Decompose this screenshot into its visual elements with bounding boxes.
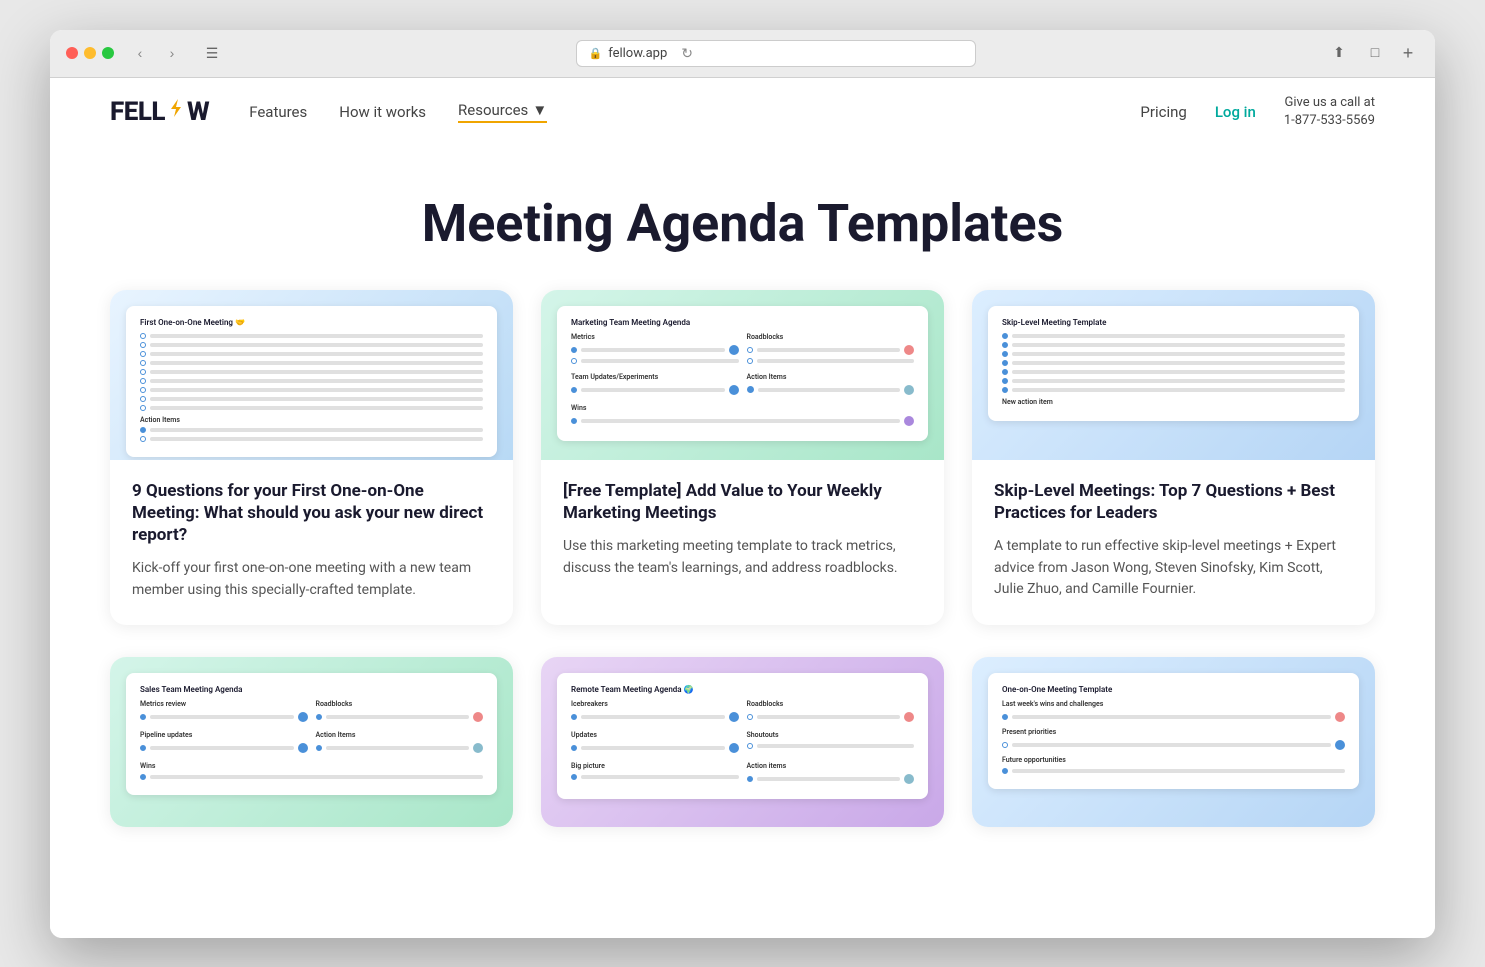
close-button[interactable]: [66, 47, 78, 59]
sidebar-toggle-button[interactable]: ☰: [198, 43, 226, 63]
url-text: fellow.app: [608, 46, 667, 61]
address-bar: 🔒 fellow.app ↻: [238, 40, 1313, 67]
mock-doc-sales: Sales Team Meeting Agenda Metrics review…: [126, 673, 497, 795]
new-tab-button[interactable]: +: [1397, 42, 1419, 64]
nav-resources[interactable]: Resources ▼: [458, 101, 547, 123]
url-bar[interactable]: 🔒 fellow.app ↻: [576, 40, 976, 67]
nav-features[interactable]: Features: [249, 103, 307, 121]
card-skip-level[interactable]: Skip-Level Meeting Template New action i…: [972, 290, 1375, 626]
call-info: Give us a call at 1-877-533-5569: [1284, 94, 1375, 130]
card-image-remote: Remote Team Meeting Agenda 🌍 Icebreakers…: [541, 657, 944, 827]
card-title-marketing: [Free Template] Add Value to Your Weekly…: [563, 480, 922, 524]
dropdown-chevron-icon: ▼: [532, 101, 547, 119]
card-sales[interactable]: Sales Team Meeting Agenda Metrics review…: [110, 657, 513, 827]
forward-button[interactable]: ›: [158, 43, 186, 63]
card-image-skip: Skip-Level Meeting Template New action i…: [972, 290, 1375, 460]
card-image-first-1on1: First One-on-One Meeting 🤝 Action Items: [110, 290, 513, 460]
logo-text: FELLW: [110, 97, 209, 127]
card-remote[interactable]: Remote Team Meeting Agenda 🌍 Icebreakers…: [541, 657, 944, 827]
card-image-marketing: Marketing Team Meeting Agenda Metrics Ro…: [541, 290, 944, 460]
reload-button[interactable]: ↻: [681, 45, 693, 62]
card-first-1on1[interactable]: First One-on-One Meeting 🤝 Action Items: [110, 290, 513, 626]
page-title: Meeting Agenda Templates: [110, 194, 1375, 254]
card-desc-marketing: Use this marketing meeting template to t…: [563, 536, 922, 579]
card-body-first-1on1: 9 Questions for your First One-on-One Me…: [110, 460, 513, 626]
mock-doc-1on1-b: One-on-One Meeting Template Last week's …: [988, 673, 1359, 789]
card-desc-skip: A template to run effective skip-level m…: [994, 536, 1353, 601]
cards-grid-row2: Sales Team Meeting Agenda Metrics review…: [50, 657, 1435, 859]
mock-doc-1on1: First One-on-One Meeting 🤝 Action Items: [126, 306, 497, 457]
card-1on1-template[interactable]: One-on-One Meeting Template Last week's …: [972, 657, 1375, 827]
traffic-lights: [66, 47, 114, 59]
card-title-first-1on1: 9 Questions for your First One-on-One Me…: [132, 480, 491, 546]
add-to-reading-list-button[interactable]: □: [1361, 42, 1389, 62]
nav-links: Features How it works Resources ▼: [249, 101, 1140, 123]
card-image-1on1-b: One-on-One Meeting Template Last week's …: [972, 657, 1375, 827]
card-title-skip: Skip-Level Meetings: Top 7 Questions + B…: [994, 480, 1353, 524]
site-nav: FELLW Features How it works Resources ▼ …: [50, 78, 1435, 146]
cards-grid-row1: First One-on-One Meeting 🤝 Action Items: [50, 290, 1435, 658]
card-desc-first-1on1: Kick-off your first one-on-one meeting w…: [132, 558, 491, 601]
card-body-skip: Skip-Level Meetings: Top 7 Questions + B…: [972, 460, 1375, 625]
card-body-marketing: [Free Template] Add Value to Your Weekly…: [541, 460, 944, 604]
logo[interactable]: FELLW: [110, 97, 209, 127]
minimize-button[interactable]: [84, 47, 96, 59]
nav-login[interactable]: Log in: [1215, 103, 1256, 121]
nav-right: Pricing Log in Give us a call at 1-877-5…: [1140, 94, 1375, 130]
share-button[interactable]: ⬆: [1325, 42, 1353, 62]
mock-doc-remote: Remote Team Meeting Agenda 🌍 Icebreakers…: [557, 673, 928, 799]
logo-lightning-icon: [165, 97, 187, 119]
browser-actions: ⬆ □ +: [1325, 42, 1419, 64]
card-image-sales: Sales Team Meeting Agenda Metrics review…: [110, 657, 513, 827]
lock-icon: 🔒: [589, 47, 603, 60]
card-marketing[interactable]: Marketing Team Meeting Agenda Metrics Ro…: [541, 290, 944, 626]
back-button[interactable]: ‹: [126, 43, 154, 63]
browser-window: ‹ › ☰ 🔒 fellow.app ↻ ⬆ □ + FELLW: [50, 30, 1435, 938]
browser-chrome: ‹ › ☰ 🔒 fellow.app ↻ ⬆ □ +: [50, 30, 1435, 78]
maximize-button[interactable]: [102, 47, 114, 59]
hero-section: Meeting Agenda Templates: [50, 146, 1435, 290]
mock-doc-skip: Skip-Level Meeting Template New action i…: [988, 306, 1359, 421]
nav-how-it-works[interactable]: How it works: [339, 103, 426, 121]
browser-nav-buttons: ‹ ›: [126, 43, 186, 63]
mock-doc-marketing: Marketing Team Meeting Agenda Metrics Ro…: [557, 306, 928, 441]
page-content: FELLW Features How it works Resources ▼ …: [50, 78, 1435, 938]
nav-pricing[interactable]: Pricing: [1140, 103, 1186, 121]
